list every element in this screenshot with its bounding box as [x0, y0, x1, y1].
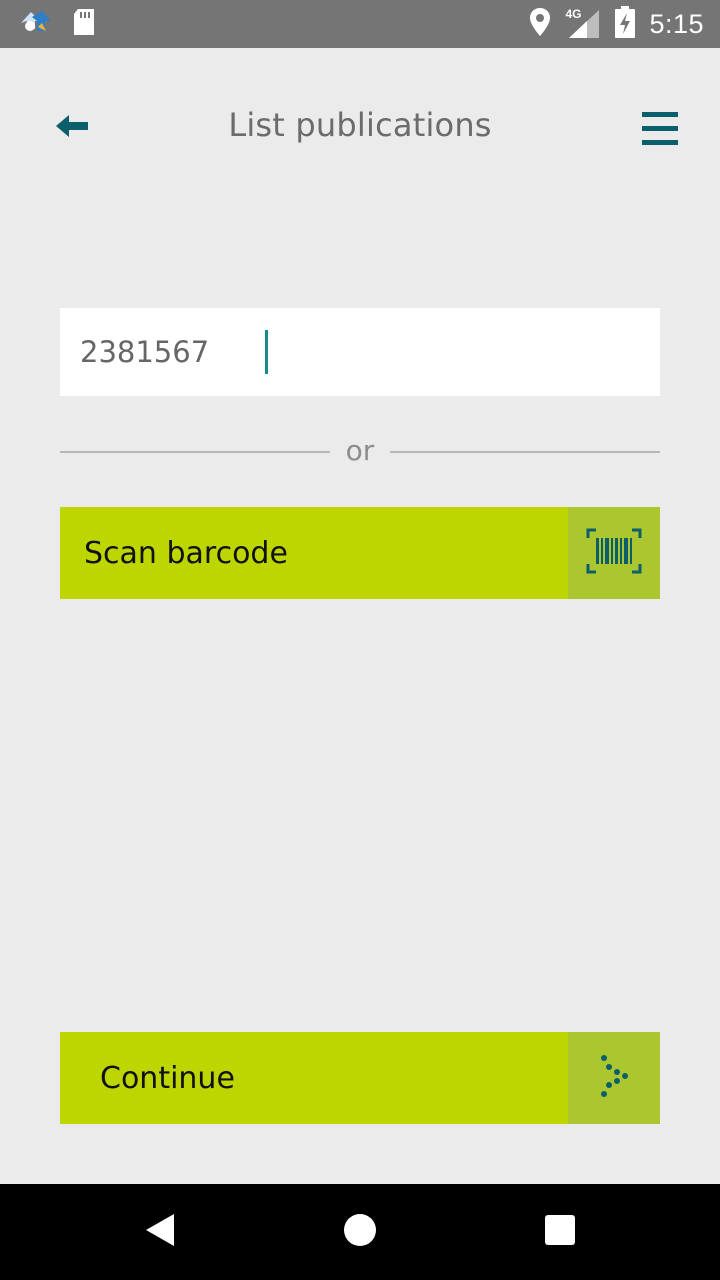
scan-barcode-icon-box	[568, 507, 660, 599]
app-header: List publications	[0, 48, 720, 208]
nav-back-button[interactable]	[128, 1200, 192, 1264]
app-notification-icon	[18, 9, 54, 39]
network-type: 4G	[565, 7, 582, 21]
barcode-input-container	[60, 308, 660, 396]
back-triangle-icon	[144, 1213, 176, 1251]
page-title: List publications	[228, 106, 492, 144]
dotted-arrow-right-icon	[597, 1053, 631, 1103]
text-cursor	[265, 330, 268, 374]
barcode-number-input[interactable]	[60, 308, 660, 396]
status-left	[18, 0, 96, 48]
status-bar: 4G 5:15	[0, 0, 720, 48]
divider-line-left	[60, 451, 330, 453]
status-time: 5:15	[649, 8, 704, 39]
system-nav-bar	[0, 1184, 720, 1280]
recents-square-icon	[544, 1214, 576, 1250]
continue-button[interactable]: Continue	[60, 1032, 660, 1124]
hamburger-bar	[642, 139, 678, 145]
continue-label: Continue	[100, 1060, 235, 1096]
nav-recents-button[interactable]	[528, 1200, 592, 1264]
location-icon	[529, 7, 551, 41]
hamburger-menu-icon	[642, 111, 678, 117]
barcode-scan-icon	[586, 528, 642, 578]
scan-barcode-label: Scan barcode	[84, 535, 288, 571]
battery-charging-icon	[615, 6, 636, 42]
signal-icon: 4G	[565, 7, 601, 39]
scan-barcode-button[interactable]: Scan barcode	[60, 507, 660, 599]
sd-card-icon	[72, 8, 96, 40]
divider-line-right	[390, 451, 660, 453]
nav-home-button[interactable]	[328, 1200, 392, 1264]
continue-icon-box	[568, 1032, 660, 1124]
hamburger-bar	[642, 125, 678, 131]
divider-or-label: or	[345, 434, 375, 467]
home-circle-icon	[343, 1213, 377, 1251]
status-right: 4G 5:15	[529, 0, 704, 48]
menu-button[interactable]	[636, 108, 682, 148]
